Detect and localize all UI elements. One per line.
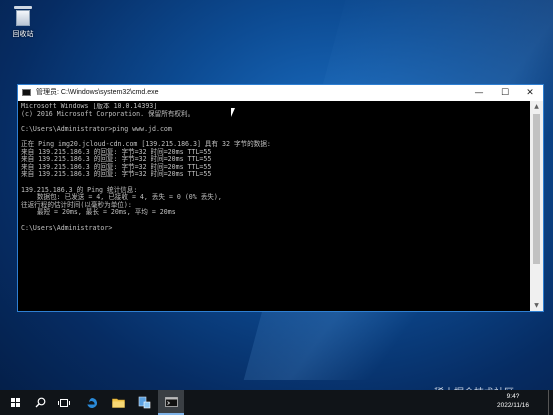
task-view-button[interactable] xyxy=(52,390,76,415)
scroll-up-arrow-icon[interactable]: ▲ xyxy=(530,101,543,112)
file-explorer-button[interactable] xyxy=(106,390,130,415)
start-button[interactable] xyxy=(4,390,28,415)
task-view-icon xyxy=(58,398,70,407)
window-title: 管理员: C:\Windows\system32\cmd.exe xyxy=(36,89,159,96)
cmd-window[interactable]: 管理员: C:\Windows\system32\cmd.exe — ☐ ✕ M… xyxy=(17,84,544,312)
recycle-bin-icon xyxy=(14,6,32,26)
cmd-icon xyxy=(164,396,178,407)
maximize-button[interactable]: ☐ xyxy=(492,85,518,101)
edge-button[interactable] xyxy=(80,390,104,415)
cmd-taskbar-button[interactable] xyxy=(158,390,184,415)
taskbar: 9:4? 2022/11/16 xyxy=(0,390,553,415)
scrollbar-thumb[interactable] xyxy=(533,114,540,264)
search-icon xyxy=(35,397,45,408)
close-icon: ✕ xyxy=(526,88,534,98)
maximize-icon: ☐ xyxy=(500,88,510,98)
recycle-bin-desktop-icon[interactable]: 回收站 xyxy=(6,4,40,39)
show-desktop-button[interactable] xyxy=(548,390,553,415)
title-bar[interactable]: 管理员: C:\Windows\system32\cmd.exe — ☐ ✕ xyxy=(18,85,543,101)
minimize-button[interactable]: — xyxy=(466,85,492,101)
console-line: C:\Users\Administrator> xyxy=(21,223,113,232)
console-output[interactable]: Microsoft Windows [版本 10.0.14393] (c) 201… xyxy=(21,103,528,309)
console-line: (c) 2016 Microsoft Corporation. 保留所有权利。 xyxy=(21,109,195,118)
close-button[interactable]: ✕ xyxy=(517,85,543,101)
search-button[interactable] xyxy=(28,390,52,415)
console-line: C:\Users\Administrator>ping www.jd.com xyxy=(21,124,172,133)
folder-icon xyxy=(111,398,125,408)
tray-time: 9:4? xyxy=(506,393,520,400)
mouse-pointer-icon xyxy=(231,108,239,117)
minimize-icon: — xyxy=(474,88,484,98)
system-tray[interactable]: 9:4? 2022/11/16 xyxy=(482,392,544,413)
server-manager-button[interactable] xyxy=(132,390,156,415)
scroll-down-arrow-icon[interactable]: ▼ xyxy=(530,300,543,311)
server-manager-icon xyxy=(138,396,150,409)
tray-date: 2022/11/16 xyxy=(496,402,530,409)
recycle-bin-label: 回收站 xyxy=(12,31,34,38)
cmd-app-icon[interactable] xyxy=(22,89,31,96)
console-line: 来自 139.215.186.3 的回复: 字节=32 时间=20ms TTL=… xyxy=(21,170,212,179)
edge-icon xyxy=(87,397,98,408)
windows-logo-icon xyxy=(11,397,21,408)
vertical-scrollbar[interactable]: ▲ ▼ xyxy=(530,101,543,311)
console-line: 最短 = 20ms, 最长 = 20ms, 平均 = 20ms xyxy=(21,208,176,217)
